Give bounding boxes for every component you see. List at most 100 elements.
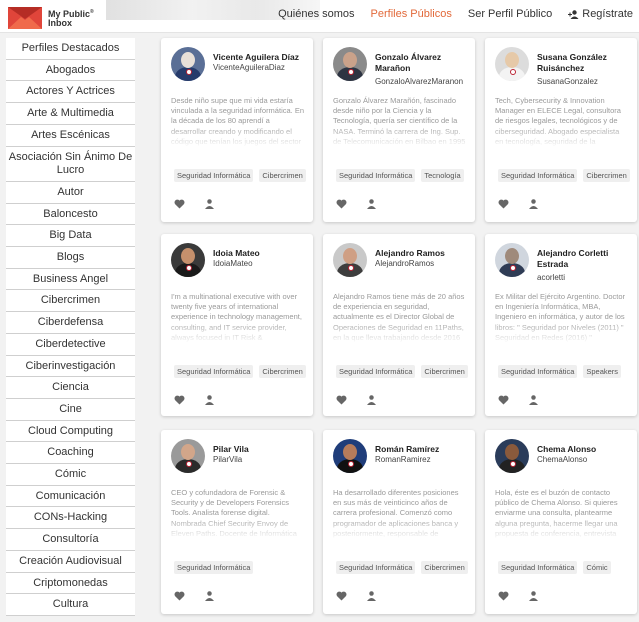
- sidebar-category-item[interactable]: Cultura: [6, 594, 135, 616]
- nav-ser-perfil-publico[interactable]: Ser Perfil Público: [468, 8, 552, 20]
- profile-tag[interactable]: Seguridad Informática: [174, 169, 254, 182]
- profile-card[interactable]: Gonzalo Álvarez Marañon GonzaloAlvarezMa…: [323, 38, 475, 222]
- sidebar-category-item[interactable]: Artes Escénicas: [6, 124, 135, 147]
- avatar[interactable]: [495, 243, 529, 277]
- profile-tag[interactable]: Seguridad Informática: [498, 561, 578, 574]
- sidebar-category-item[interactable]: Ciberdetective: [6, 333, 135, 356]
- person-icon[interactable]: [367, 199, 376, 209]
- person-icon[interactable]: [367, 591, 376, 601]
- sidebar-category-item[interactable]: Ciencia: [6, 377, 135, 399]
- profile-card[interactable]: Idoia Mateo IdoiaMateo I'm a multination…: [161, 234, 313, 416]
- profile-name[interactable]: Susana González Ruisánchez: [537, 52, 633, 74]
- sidebar-category-item[interactable]: Criptomonedas: [6, 572, 135, 595]
- heart-icon[interactable]: [336, 395, 347, 405]
- nav-perfiles-publicos[interactable]: Perfiles Públicos: [371, 8, 452, 20]
- sidebar-category-item[interactable]: Baloncesto: [6, 203, 135, 226]
- person-icon[interactable]: [205, 591, 214, 601]
- person-icon[interactable]: [529, 199, 538, 209]
- person-icon[interactable]: [205, 395, 214, 405]
- profile-actions: [174, 591, 214, 601]
- sidebar-category-item[interactable]: Comunicación: [6, 485, 135, 508]
- heart-icon[interactable]: [174, 591, 185, 601]
- avatar[interactable]: [495, 47, 529, 81]
- verified-badge-icon: [510, 69, 516, 75]
- profile-name[interactable]: Vicente Aguilera Díaz: [213, 52, 309, 63]
- heart-icon[interactable]: [498, 199, 509, 209]
- sidebar-category-item[interactable]: Actores Y Actrices: [6, 81, 135, 104]
- sidebar-category-item[interactable]: Cine: [6, 398, 135, 421]
- avatar[interactable]: [333, 439, 367, 473]
- sidebar-category-item[interactable]: Big Data: [6, 225, 135, 248]
- profile-name[interactable]: Román Ramírez: [375, 444, 471, 455]
- sidebar-category-item[interactable]: Abogados: [6, 59, 135, 82]
- profile-card[interactable]: Vicente Aguilera Díaz VicenteAguileraDia…: [161, 38, 313, 222]
- profile-name[interactable]: Chema Alonso: [537, 444, 633, 455]
- person-icon[interactable]: [205, 199, 214, 209]
- profile-name[interactable]: Alejandro Ramos: [375, 248, 471, 259]
- profile-tag[interactable]: Cibercrimen: [583, 169, 630, 182]
- profile-card[interactable]: Pilar Vila PilarVila CEO y cofundadora d…: [161, 430, 313, 614]
- sidebar-category-item[interactable]: Ciberdefensa: [6, 312, 135, 334]
- heart-icon[interactable]: [498, 395, 509, 405]
- person-icon[interactable]: [367, 395, 376, 405]
- avatar[interactable]: [171, 47, 205, 81]
- sidebar-category-item[interactable]: Perfiles Destacados: [6, 38, 135, 60]
- sidebar-category-item[interactable]: Cómic: [6, 464, 135, 486]
- profile-tag[interactable]: Seguridad Informática: [174, 365, 254, 378]
- sidebar-category-item[interactable]: Arte & Multimedia: [6, 103, 135, 125]
- profile-tag[interactable]: Cibercrimen: [421, 561, 468, 574]
- sidebar-category-item[interactable]: Ciberinvestigación: [6, 355, 135, 378]
- profile-card[interactable]: Alejandro Corletti Estrada acorletti Ex …: [485, 234, 637, 416]
- sidebar-category-item[interactable]: Autor: [6, 181, 135, 204]
- profile-tag[interactable]: Cibercrimen: [259, 365, 306, 378]
- profile-name[interactable]: Pilar Vila: [213, 444, 309, 455]
- profile-tag[interactable]: Seguridad Informática: [174, 561, 254, 574]
- profile-name[interactable]: Idoia Mateo: [213, 248, 309, 259]
- register-link[interactable]: Regístrate: [568, 8, 633, 20]
- sidebar-category-item[interactable]: Cibercrimen: [6, 290, 135, 313]
- verified-badge-icon: [510, 461, 516, 467]
- sidebar-category-item[interactable]: Creación Audiovisual: [6, 550, 135, 573]
- sidebar-category-item[interactable]: Asociación Sin Ánimo De Lucro: [6, 146, 135, 182]
- profile-tag[interactable]: Seguridad Informática: [336, 365, 416, 378]
- heart-icon[interactable]: [336, 591, 347, 601]
- sidebar-category-item[interactable]: Cloud Computing: [6, 420, 135, 443]
- profile-tag[interactable]: Speakers: [583, 365, 622, 378]
- profile-actions: [336, 591, 376, 601]
- profile-tag[interactable]: Seguridad Informática: [336, 561, 416, 574]
- profile-tag[interactable]: Seguridad Informática: [498, 169, 578, 182]
- profile-username: SusanaGonzalez: [537, 77, 598, 86]
- profile-tag[interactable]: Cómic: [583, 561, 611, 574]
- profile-card[interactable]: Alejandro Ramos AlejandroRamos Alejandro…: [323, 234, 475, 416]
- profile-tag[interactable]: Seguridad Informática: [336, 169, 416, 182]
- profile-name[interactable]: Gonzalo Álvarez Marañon: [375, 52, 471, 74]
- heart-icon[interactable]: [174, 395, 185, 405]
- profile-name[interactable]: Alejandro Corletti Estrada: [537, 248, 633, 270]
- site-logo[interactable]: My Public® Inbox: [6, 3, 106, 31]
- profile-card[interactable]: Susana González Ruisánchez SusanaGonzale…: [485, 38, 637, 222]
- profile-tags: Seguridad Informática: [174, 561, 254, 574]
- avatar[interactable]: [171, 243, 205, 277]
- profile-tag[interactable]: Tecnología: [421, 169, 464, 182]
- profile-card[interactable]: Román Ramírez RomanRamirez Ha desarrolla…: [323, 430, 475, 614]
- profile-tag[interactable]: Cibercrimen: [421, 365, 468, 378]
- nav-quienes-somos[interactable]: Quiénes somos: [278, 8, 354, 20]
- heart-icon[interactable]: [498, 591, 509, 601]
- profile-tag[interactable]: Cibercrimen: [259, 169, 306, 182]
- person-icon[interactable]: [529, 591, 538, 601]
- profile-card[interactable]: Chema Alonso ChemaAlonso Hola, éste es e…: [485, 430, 637, 614]
- sidebar-category-item[interactable]: Coaching: [6, 442, 135, 465]
- sidebar-category-item[interactable]: Business Angel: [6, 268, 135, 291]
- heart-icon[interactable]: [336, 199, 347, 209]
- avatar[interactable]: [333, 243, 367, 277]
- sidebar-category-item[interactable]: CONs-Hacking: [6, 507, 135, 530]
- profile-tag[interactable]: Seguridad Informática: [498, 365, 578, 378]
- sidebar-category-item[interactable]: Blogs: [6, 247, 135, 269]
- logo-text: My Public® Inbox: [48, 8, 94, 28]
- avatar[interactable]: [171, 439, 205, 473]
- person-icon[interactable]: [529, 395, 538, 405]
- avatar[interactable]: [495, 439, 529, 473]
- heart-icon[interactable]: [174, 199, 185, 209]
- avatar[interactable]: [333, 47, 367, 81]
- sidebar-category-item[interactable]: Consultoría: [6, 529, 135, 551]
